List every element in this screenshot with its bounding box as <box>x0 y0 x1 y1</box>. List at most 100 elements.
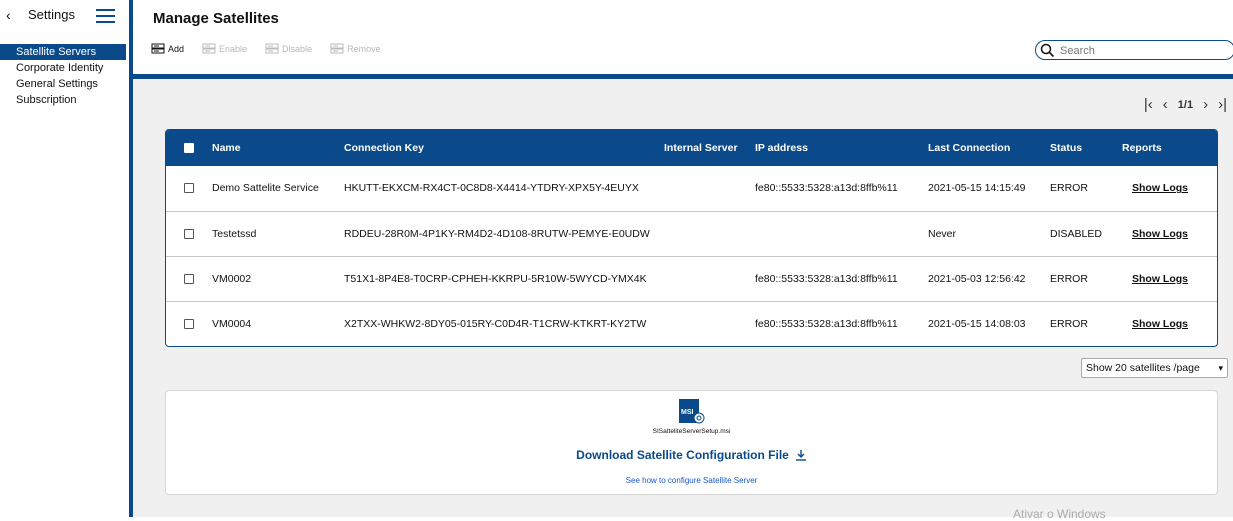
disable-label: Disable <box>282 44 313 54</box>
row-reports-cell: Show Logs <box>1122 256 1217 301</box>
row-internal-server <box>664 166 755 211</box>
col-header-last-connection[interactable]: Last Connection <box>928 130 1050 166</box>
toolbar: Add Enable Disable Remove <box>151 43 381 55</box>
row-last-connection: 2021-05-15 14:08:03 <box>928 317 1026 330</box>
sidebar: ‹ Settings Satellite Servers Corporate I… <box>0 0 129 517</box>
msi-file-name: SISatteliteServerSetup.msi <box>652 428 731 435</box>
row-status: DISABLED <box>1050 227 1102 240</box>
select-all-checkbox[interactable] <box>184 143 194 154</box>
satellites-table: Name Connection Key Internal Server IP a… <box>165 129 1218 347</box>
row-internal-server <box>664 301 755 346</box>
per-page-select[interactable]: Show 20 satellites /page ▾ <box>1081 358 1228 378</box>
page-title: Manage Satellites <box>153 10 279 27</box>
row-status: ERROR <box>1050 272 1088 285</box>
chevron-down-icon: ▾ <box>1218 362 1223 373</box>
select-all-cell <box>166 130 212 166</box>
row-checkbox[interactable] <box>184 273 194 284</box>
show-logs-link[interactable]: Show Logs <box>1132 182 1188 194</box>
table-row[interactable]: Demo Sattelite Service HKUTT-EKXCM-RX4CT… <box>166 166 1217 211</box>
row-internal-server <box>664 256 755 301</box>
sidebar-item-corporate-identity[interactable]: Corporate Identity <box>0 60 126 76</box>
show-logs-link[interactable]: Show Logs <box>1132 273 1188 285</box>
enable-button[interactable]: Enable <box>202 43 247 55</box>
col-header-reports: Reports <box>1122 142 1162 154</box>
msi-file-icon[interactable]: MSI <box>677 399 705 425</box>
table-header-row: Name Connection Key Internal Server IP a… <box>166 130 1217 166</box>
row-checkbox[interactable] <box>184 318 194 329</box>
download-title: Download Satellite Configuration File <box>576 448 789 462</box>
sidebar-item-general-settings[interactable]: General Settings <box>0 76 126 92</box>
sidebar-item-subscription[interactable]: Subscription <box>0 92 126 108</box>
configure-help-link[interactable]: See how to configure Satellite Server <box>166 476 1217 485</box>
windows-activation-watermark: Ativar o Windows <box>1013 507 1106 521</box>
search-box <box>1035 40 1233 60</box>
last-page-icon[interactable]: ›| <box>1218 97 1227 112</box>
sidebar-nav: Satellite Servers Corporate Identity Gen… <box>0 44 126 108</box>
remove-button[interactable]: Remove <box>330 43 381 55</box>
row-ip-address: fe80::5533:5328:a13d:8ffb%11 <box>755 182 898 195</box>
col-header-ip-address[interactable]: IP address <box>755 130 928 166</box>
row-ip-address: fe80::5533:5328:a13d:8ffb%11 <box>755 272 898 285</box>
row-reports-cell: Show Logs <box>1122 166 1217 211</box>
sidebar-header: ‹ Settings <box>6 6 126 26</box>
table-row[interactable]: Testetssd RDDEU-28R0M-4P1KY-RM4D2-4D108-… <box>166 211 1217 256</box>
row-ip-address: fe80::5533:5328:a13d:8ffb%11 <box>755 317 898 330</box>
download-config-button[interactable]: Download Satellite Configuration File <box>166 448 1217 462</box>
remove-server-icon <box>330 43 344 54</box>
row-last-connection: 2021-05-15 14:15:49 <box>928 182 1026 195</box>
row-last-connection: Never <box>928 227 957 240</box>
download-icon <box>795 450 806 461</box>
page-indicator: 1/1 <box>1177 98 1194 111</box>
row-checkbox[interactable] <box>184 228 194 239</box>
row-connection-key: HKUTT-EKXCM-RX4CT-0C8D8-X4414-YTDRY-XPX5… <box>344 182 639 195</box>
msi-icon-label: MSI <box>681 409 694 416</box>
show-logs-link[interactable]: Show Logs <box>1132 318 1188 330</box>
disable-server-icon <box>265 43 279 54</box>
row-checkbox-cell <box>166 301 212 346</box>
hamburger-menu-icon[interactable] <box>96 9 115 23</box>
row-name: VM0004 <box>212 317 252 330</box>
row-checkbox[interactable] <box>184 183 194 194</box>
col-header-connection-key[interactable]: Connection Key <box>344 130 664 166</box>
col-header-status[interactable]: Status <box>1050 130 1122 166</box>
col-header-name[interactable]: Name <box>212 130 344 166</box>
row-connection-key: X2TXX-WHKW2-8DY05-015RY-C0D4R-T1CRW-KTKR… <box>344 317 647 330</box>
search-input[interactable] <box>1058 43 1232 58</box>
sidebar-item-satellite-servers[interactable]: Satellite Servers <box>0 44 126 60</box>
row-name: Testetssd <box>212 227 257 240</box>
row-last-connection: 2021-05-03 12:56:42 <box>928 272 1026 285</box>
row-internal-server <box>664 211 755 256</box>
pagination: |‹ ‹ 1/1 › ›| <box>1144 97 1227 112</box>
table-row[interactable]: VM0004 X2TXX-WHKW2-8DY05-015RY-C0D4R-T1C… <box>166 301 1217 346</box>
header: Manage Satellites Add Enable Disable Rem… <box>133 0 1233 74</box>
row-connection-key: RDDEU-28R0M-4P1KY-RM4D2-4D108-8RUTW-PEMY… <box>344 227 650 240</box>
show-logs-link[interactable]: Show Logs <box>1132 228 1188 240</box>
row-name: Demo Sattelite Service <box>212 182 319 195</box>
row-checkbox-cell <box>166 211 212 256</box>
row-name: VM0002 <box>212 272 252 285</box>
first-page-icon[interactable]: |‹ <box>1144 97 1153 112</box>
disable-button[interactable]: Disable <box>265 43 312 55</box>
prev-page-icon[interactable]: ‹ <box>1163 97 1168 112</box>
main-panel: |‹ ‹ 1/1 › ›| Name Connection Key Intern… <box>133 79 1233 521</box>
row-ip-address <box>755 211 928 256</box>
col-header-internal-server[interactable]: Internal Server <box>664 130 755 166</box>
per-page-value: Show 20 satellites /page <box>1086 362 1200 374</box>
enable-label: Enable <box>219 44 248 54</box>
row-connection-key: T51X1-8P4E8-T0CRP-CPHEH-KKRPU-5R10W-5WYC… <box>344 272 647 285</box>
table-row[interactable]: VM0002 T51X1-8P4E8-T0CRP-CPHEH-KKRPU-5R1… <box>166 256 1217 301</box>
add-label: Add <box>168 44 185 54</box>
next-page-icon[interactable]: › <box>1203 97 1208 112</box>
add-button[interactable]: Add <box>151 43 184 55</box>
download-card: MSI SISatteliteServerSetup.msi Download … <box>165 390 1218 495</box>
row-status: ERROR <box>1050 182 1088 195</box>
row-status: ERROR <box>1050 317 1088 330</box>
row-reports-cell: Show Logs <box>1122 211 1217 256</box>
search-icon <box>1040 43 1055 58</box>
sidebar-title: Settings <box>28 7 75 22</box>
enable-server-icon <box>202 43 216 54</box>
row-reports-cell: Show Logs <box>1122 301 1217 346</box>
add-server-icon <box>151 43 165 54</box>
remove-label: Remove <box>347 44 381 54</box>
back-chevron-icon[interactable]: ‹ <box>6 7 11 23</box>
